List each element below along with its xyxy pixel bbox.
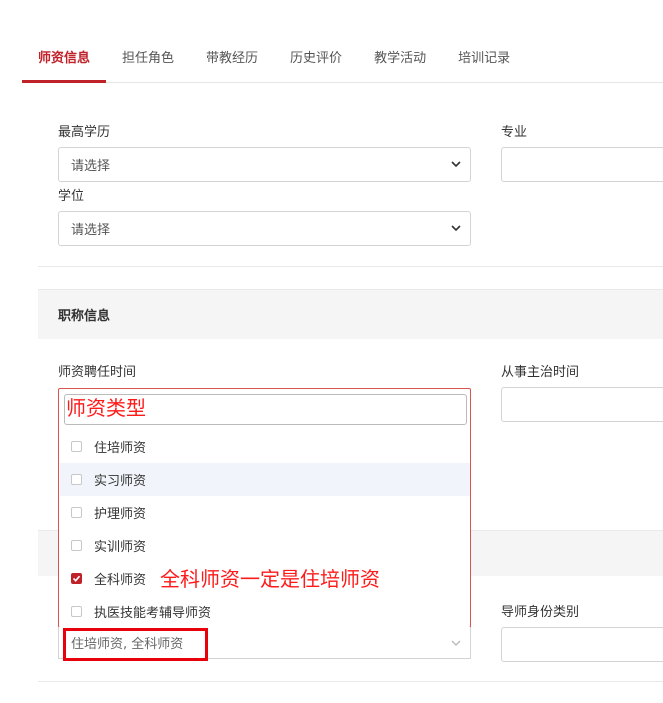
academic-degree-label: 学位 [58,189,85,204]
major-label: 专业 [501,125,528,140]
option-label: 实训师资 [94,540,147,555]
hire-time-label: 师资聘任时间 [58,365,137,380]
option-label: 护理师资 [94,507,147,522]
tab-history-evaluation[interactable]: 历史评价 [274,30,358,83]
tab-teaching-experience[interactable]: 带教经历 [190,30,274,83]
teacher-type-select[interactable]: 住培师资, 全科师资 [58,627,471,659]
dropdown-option[interactable]: 住培师资 [60,430,470,463]
tab-teacher-info[interactable]: 师资信息 [22,30,107,83]
chevron-down-icon [451,225,461,232]
option-label: 执医技能考辅导师资 [94,606,212,621]
annotation-rule: 全科师资一定是住培师资 [160,567,380,591]
teacher-type-dropdown: 住培师资 实习师资 护理师资 实训师资 全科师资 执医技能考辅导师资 [58,388,471,628]
dropdown-option[interactable]: 实训师资 [60,529,470,562]
dropdown-option[interactable]: 执医技能考辅导师资 [60,595,470,628]
checkbox-icon [71,507,82,518]
divider [38,266,663,267]
section-title: 职称信息 [58,309,111,324]
tab-roles[interactable]: 担任角色 [106,30,190,83]
academic-degree-value: 请选择 [71,223,111,238]
dropdown-option[interactable]: 护理师资 [60,496,470,529]
attending-time-label: 从事主治时间 [501,365,580,380]
mentor-identity-input[interactable] [501,627,663,662]
option-label: 实习师资 [94,474,147,489]
highest-education-value: 请选择 [71,159,111,174]
checkbox-icon [71,540,82,551]
mentor-identity-label: 导师身份类别 [501,605,580,620]
academic-degree-select[interactable]: 请选择 [58,211,471,246]
tab-teaching-activities[interactable]: 教学活动 [358,30,442,83]
annotation-teacher-type: 师资类型 [66,396,146,420]
attending-time-input[interactable] [501,387,663,422]
chevron-down-icon [451,640,461,646]
chevron-down-icon [451,161,461,168]
highest-education-label: 最高学历 [58,125,111,140]
checkbox-icon [71,474,82,485]
option-label: 住培师资 [94,441,147,456]
highest-education-select[interactable]: 请选择 [58,147,471,182]
tab-training-records[interactable]: 培训记录 [442,30,526,83]
dropdown-option[interactable]: 实习师资 [60,463,470,496]
check-icon [72,575,81,582]
option-label: 全科师资 [94,573,147,588]
checkbox-checked-icon [71,573,82,584]
checkbox-icon [71,606,82,617]
section-header [38,289,663,339]
divider [38,681,663,682]
checkbox-icon [71,441,82,452]
tab-bar: 师资信息 担任角色 带教经历 历史评价 教学活动 培训记录 [22,30,663,83]
major-input[interactable] [501,147,663,182]
selected-value: 住培师资, 全科师资 [71,637,184,652]
